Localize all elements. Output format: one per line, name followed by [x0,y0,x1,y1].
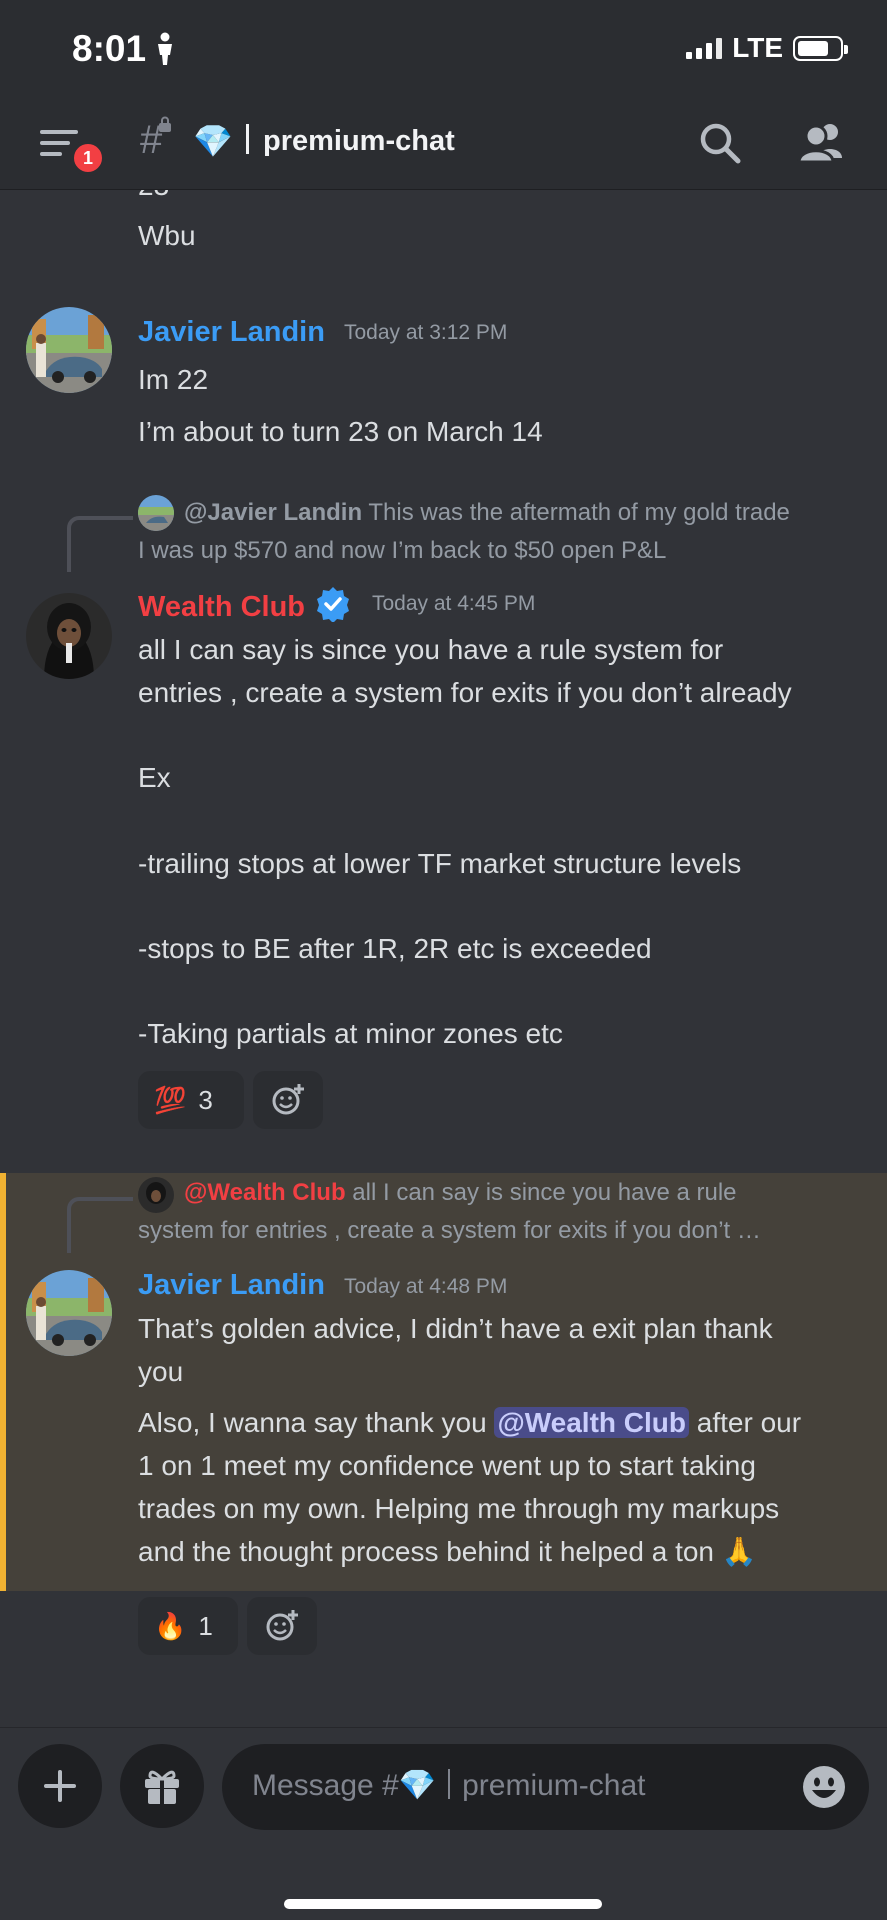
gift-button[interactable] [120,1744,204,1828]
add-reaction-button[interactable] [253,1071,323,1129]
message-line: and the thought process behind it helped… [138,1530,757,1573]
signal-icon [686,37,723,59]
reply-preview-text: This was the aftermath of my gold trade [368,499,790,526]
title-divider [246,124,249,154]
text-segment: and the thought process behind it helped… [138,1536,714,1567]
fire-emoji-icon: 🔥 [154,1610,187,1641]
add-reaction-button[interactable] [247,1597,317,1655]
text-segment: after our [689,1407,802,1438]
search-icon[interactable] [697,120,743,166]
avatar[interactable] [26,1270,112,1356]
pray-emoji-icon: 🙏 [721,1536,757,1567]
message-text: Wbu [138,220,196,251]
message-composer: Message #💎 premium-chat [0,1727,887,1920]
notification-badge: 1 [70,140,106,176]
verified-icon [317,587,350,622]
message-line: That’s golden advice, I didn’t have a ex… [138,1313,773,1344]
placeholder-channel: premium-chat [462,1769,646,1802]
message-line: -Taking partials at minor zones etc [138,1018,563,1049]
person-icon [158,32,172,65]
message-input[interactable]: Message #💎 premium-chat [222,1744,869,1830]
avatar[interactable] [26,307,112,393]
gem-icon: 💎 [398,1769,437,1802]
author-name[interactable]: Javier Landin [138,1269,325,1302]
timestamp: Today at 3:12 PM [344,321,508,344]
message-line: -trailing stops at lower TF market struc… [138,848,742,879]
reply-preview[interactable]: @Javier Landin This was the aftermath of… [138,494,858,570]
add-reaction-icon [272,1084,304,1115]
gift-icon [145,1770,179,1804]
hundred-emoji-icon: 💯 [154,1084,187,1115]
message-line: trades on my own. Helping me through my … [138,1493,780,1524]
author-name[interactable]: Wealth Club [138,586,351,624]
message-line: -stops to BE after 1R, 2R etc is exceede… [138,933,652,964]
add-reaction-icon [266,1610,298,1641]
reply-author: @Javier Landin [184,499,363,526]
status-bar: 8:01 LTE [0,0,887,100]
reply-author: @Wealth Club [184,1179,346,1206]
home-indicator[interactable] [284,1899,602,1909]
message-list[interactable]: 23 Wbu Javier Landin Today at 3:12 PM Im… [0,190,887,1727]
attach-button[interactable] [18,1744,102,1828]
reply-preview-text: system for entries , create a system for… [138,1217,761,1244]
reply-preview-text: all I can say is since you have a rule [352,1179,737,1206]
message-line: Im 22 [138,364,209,395]
message-line: you [138,1356,184,1387]
message-line: I’m about to turn 23 on March 14 [138,416,543,447]
message-line: Ex [138,762,171,793]
reply-connector [67,1197,133,1253]
battery-icon [793,35,848,61]
timestamp: Today at 4:48 PM [344,1275,508,1298]
emoji-picker-icon[interactable] [801,1764,847,1810]
message-line: 1 on 1 meet my confidence went up to sta… [138,1450,756,1481]
network-label: LTE [732,32,783,63]
gem-icon: 💎 [193,123,233,159]
author-label: Wealth Club [138,591,306,623]
members-icon[interactable] [796,120,848,166]
avatar[interactable] [26,593,112,679]
message-text: 23 [138,190,169,207]
lock-icon [159,116,171,132]
status-time: 8:01 [72,28,147,69]
reply-connector [67,516,133,572]
author-name[interactable]: Javier Landin [138,316,325,349]
reaction-button[interactable]: 🔥 1 [138,1597,238,1655]
channel-title[interactable]: premium-chat [246,124,455,158]
message-line: Also, I wanna say thank you @Wealth Club… [138,1401,801,1444]
message-line: all I can say is since you have a rule s… [138,634,724,665]
text-segment: Also, I wanna say thank you [138,1407,495,1438]
reply-preview-text: I was up $570 and now I’m back to $50 op… [138,537,667,564]
message-line: entries , create a system for exits if y… [138,677,792,708]
status-indicators: LTE [686,32,848,64]
placeholder-prefix: Message # [252,1769,399,1802]
user-mention[interactable]: @Wealth Club [494,1407,689,1438]
channel-header: 1 # 💎 premium-chat [0,100,887,190]
placeholder-divider [448,1769,451,1799]
input-placeholder: Message #💎 premium-chat [252,1768,646,1803]
reaction-count: 3 [198,1084,213,1115]
reaction-button[interactable]: 💯 3 [138,1071,244,1129]
plus-icon [44,1770,76,1802]
channel-name: premium-chat [263,125,455,157]
timestamp: Today at 4:45 PM [372,592,536,615]
reaction-count: 1 [198,1610,213,1641]
reply-preview[interactable]: @Wealth Club all I can say is since you … [138,1174,858,1250]
